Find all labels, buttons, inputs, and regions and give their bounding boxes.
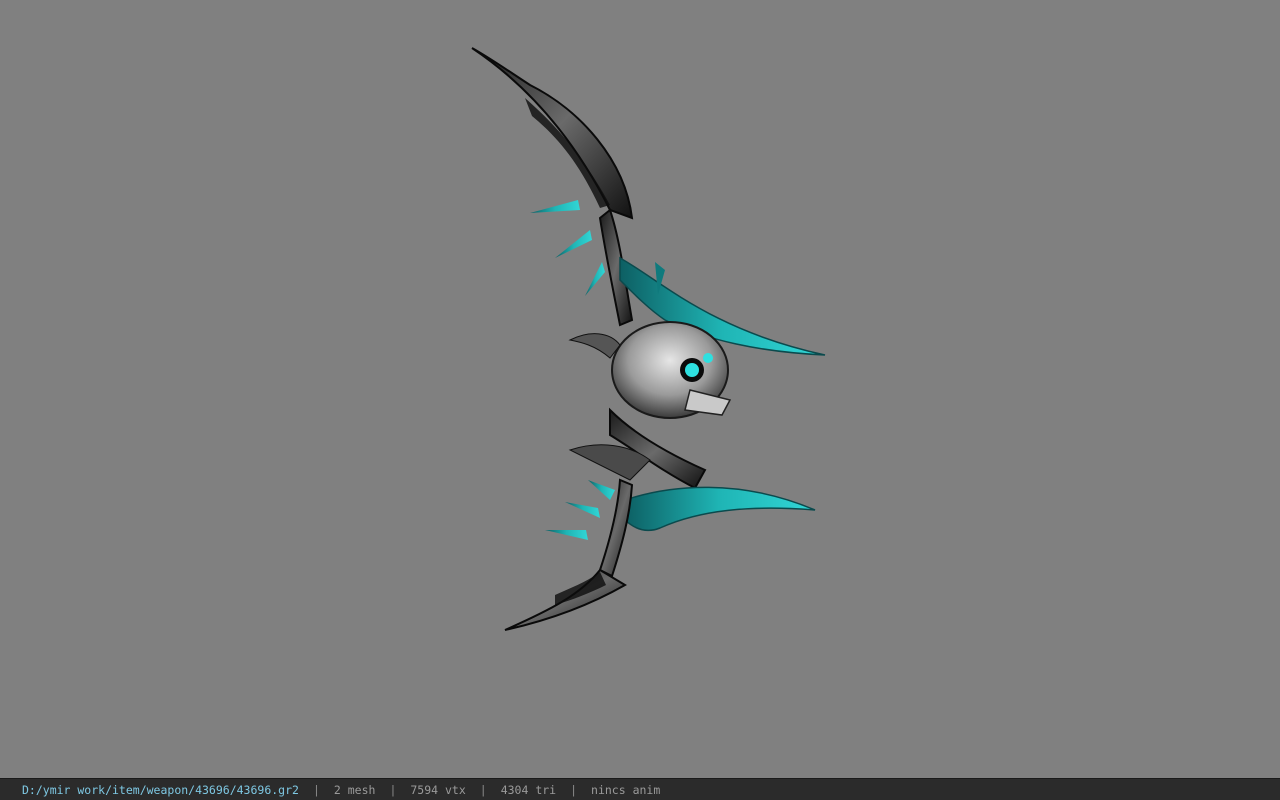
status-separator: |: [312, 782, 320, 797]
animation-status-label: nincs anim: [591, 782, 661, 797]
status-separator: |: [479, 782, 487, 797]
file-path-label: D:/ymir work/item/weapon/43696/43696.gr2: [22, 782, 299, 797]
model-viewport[interactable]: [0, 0, 1280, 778]
skull-bow-model-icon: [471, 47, 826, 631]
triangle-count-label: 4304 tri: [500, 782, 557, 797]
status-separator: |: [570, 782, 578, 797]
status-bar: D:/ymir work/item/weapon/43696/43696.gr2…: [0, 778, 1280, 800]
vertex-count-label: 7594 vtx: [410, 782, 466, 797]
mesh-count-label: 2 mesh: [333, 782, 376, 797]
status-separator: |: [389, 782, 397, 797]
